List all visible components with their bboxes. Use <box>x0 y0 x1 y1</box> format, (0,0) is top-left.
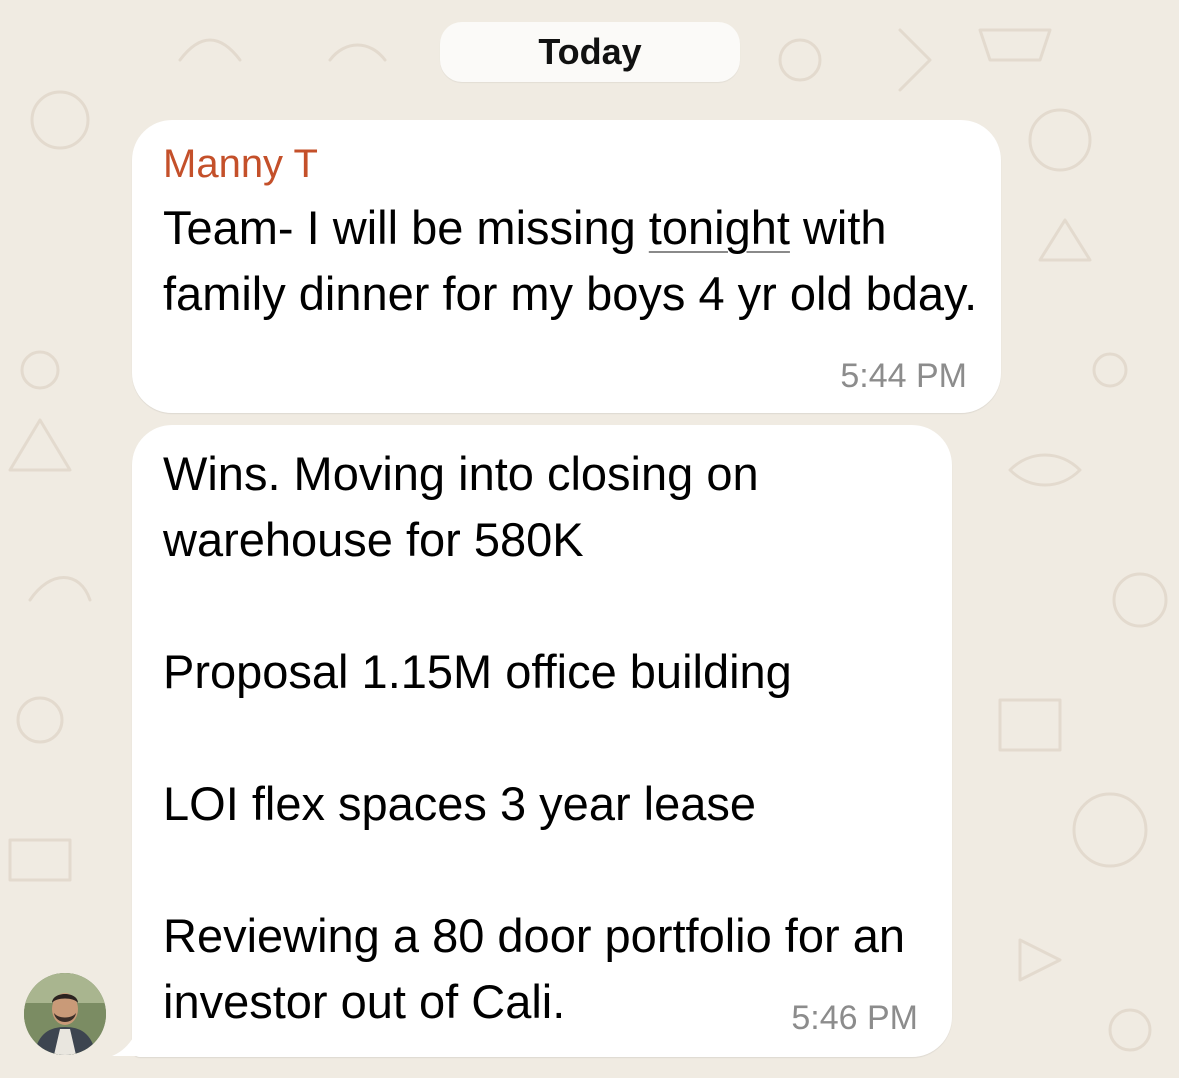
avatar[interactable] <box>24 973 106 1055</box>
message-text: Wins. Moving into closing on warehouse f… <box>163 447 905 1028</box>
date-separator: Today <box>440 22 740 82</box>
message-timestamp: 5:44 PM <box>840 357 967 395</box>
message-timestamp: 5:46 PM <box>791 999 918 1037</box>
sender-name[interactable]: Manny T <box>163 142 318 187</box>
message-bubble[interactable]: Manny T Team- I will be missing tonight … <box>132 120 1001 413</box>
message-bubble[interactable]: Wins. Moving into closing on warehouse f… <box>132 425 952 1057</box>
date-link[interactable]: tonight <box>649 201 790 254</box>
message-text: Team- I will be missing tonight with fam… <box>163 195 983 327</box>
bubble-tail <box>112 1020 140 1056</box>
message-text-part: Team- I will be missing <box>163 201 649 254</box>
